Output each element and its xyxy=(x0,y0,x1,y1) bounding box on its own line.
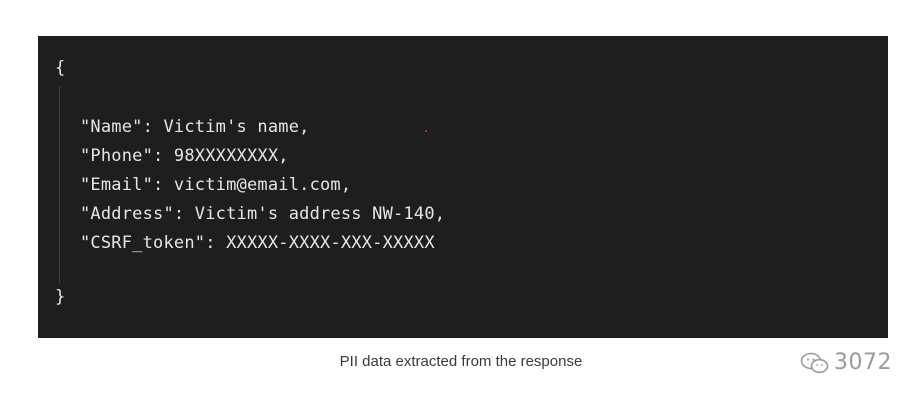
code-lines: "Name": Victim's name, "Phone": 98XXXXXX… xyxy=(80,113,445,258)
image-caption: PII data extracted from the response xyxy=(339,353,583,370)
code-line-email: "Email": victim@email.com, xyxy=(80,175,352,195)
code-line-csrf-token: "CSRF_token": XXXXX-XXXX-XXX-XXXXX xyxy=(80,233,435,253)
code-line-phone: "Phone": 98XXXXXXXX, xyxy=(80,146,289,166)
code-line-address: "Address": Victim's address NW-140, xyxy=(80,204,446,224)
indent-guide xyxy=(59,86,60,283)
open-brace: { xyxy=(55,58,66,78)
code-line-name: "Name": Victim's name, xyxy=(80,117,310,137)
wechat-icon xyxy=(800,352,829,373)
watermark-text: 3072 xyxy=(834,350,892,375)
close-brace: } xyxy=(55,287,66,307)
watermark: 3072 xyxy=(800,350,892,375)
code-block: { "Name": Victim's name, "Phone": 98XXXX… xyxy=(38,36,888,338)
stray-dot xyxy=(425,130,427,132)
page: { "Name": Victim's name, "Phone": 98XXXX… xyxy=(0,0,922,403)
